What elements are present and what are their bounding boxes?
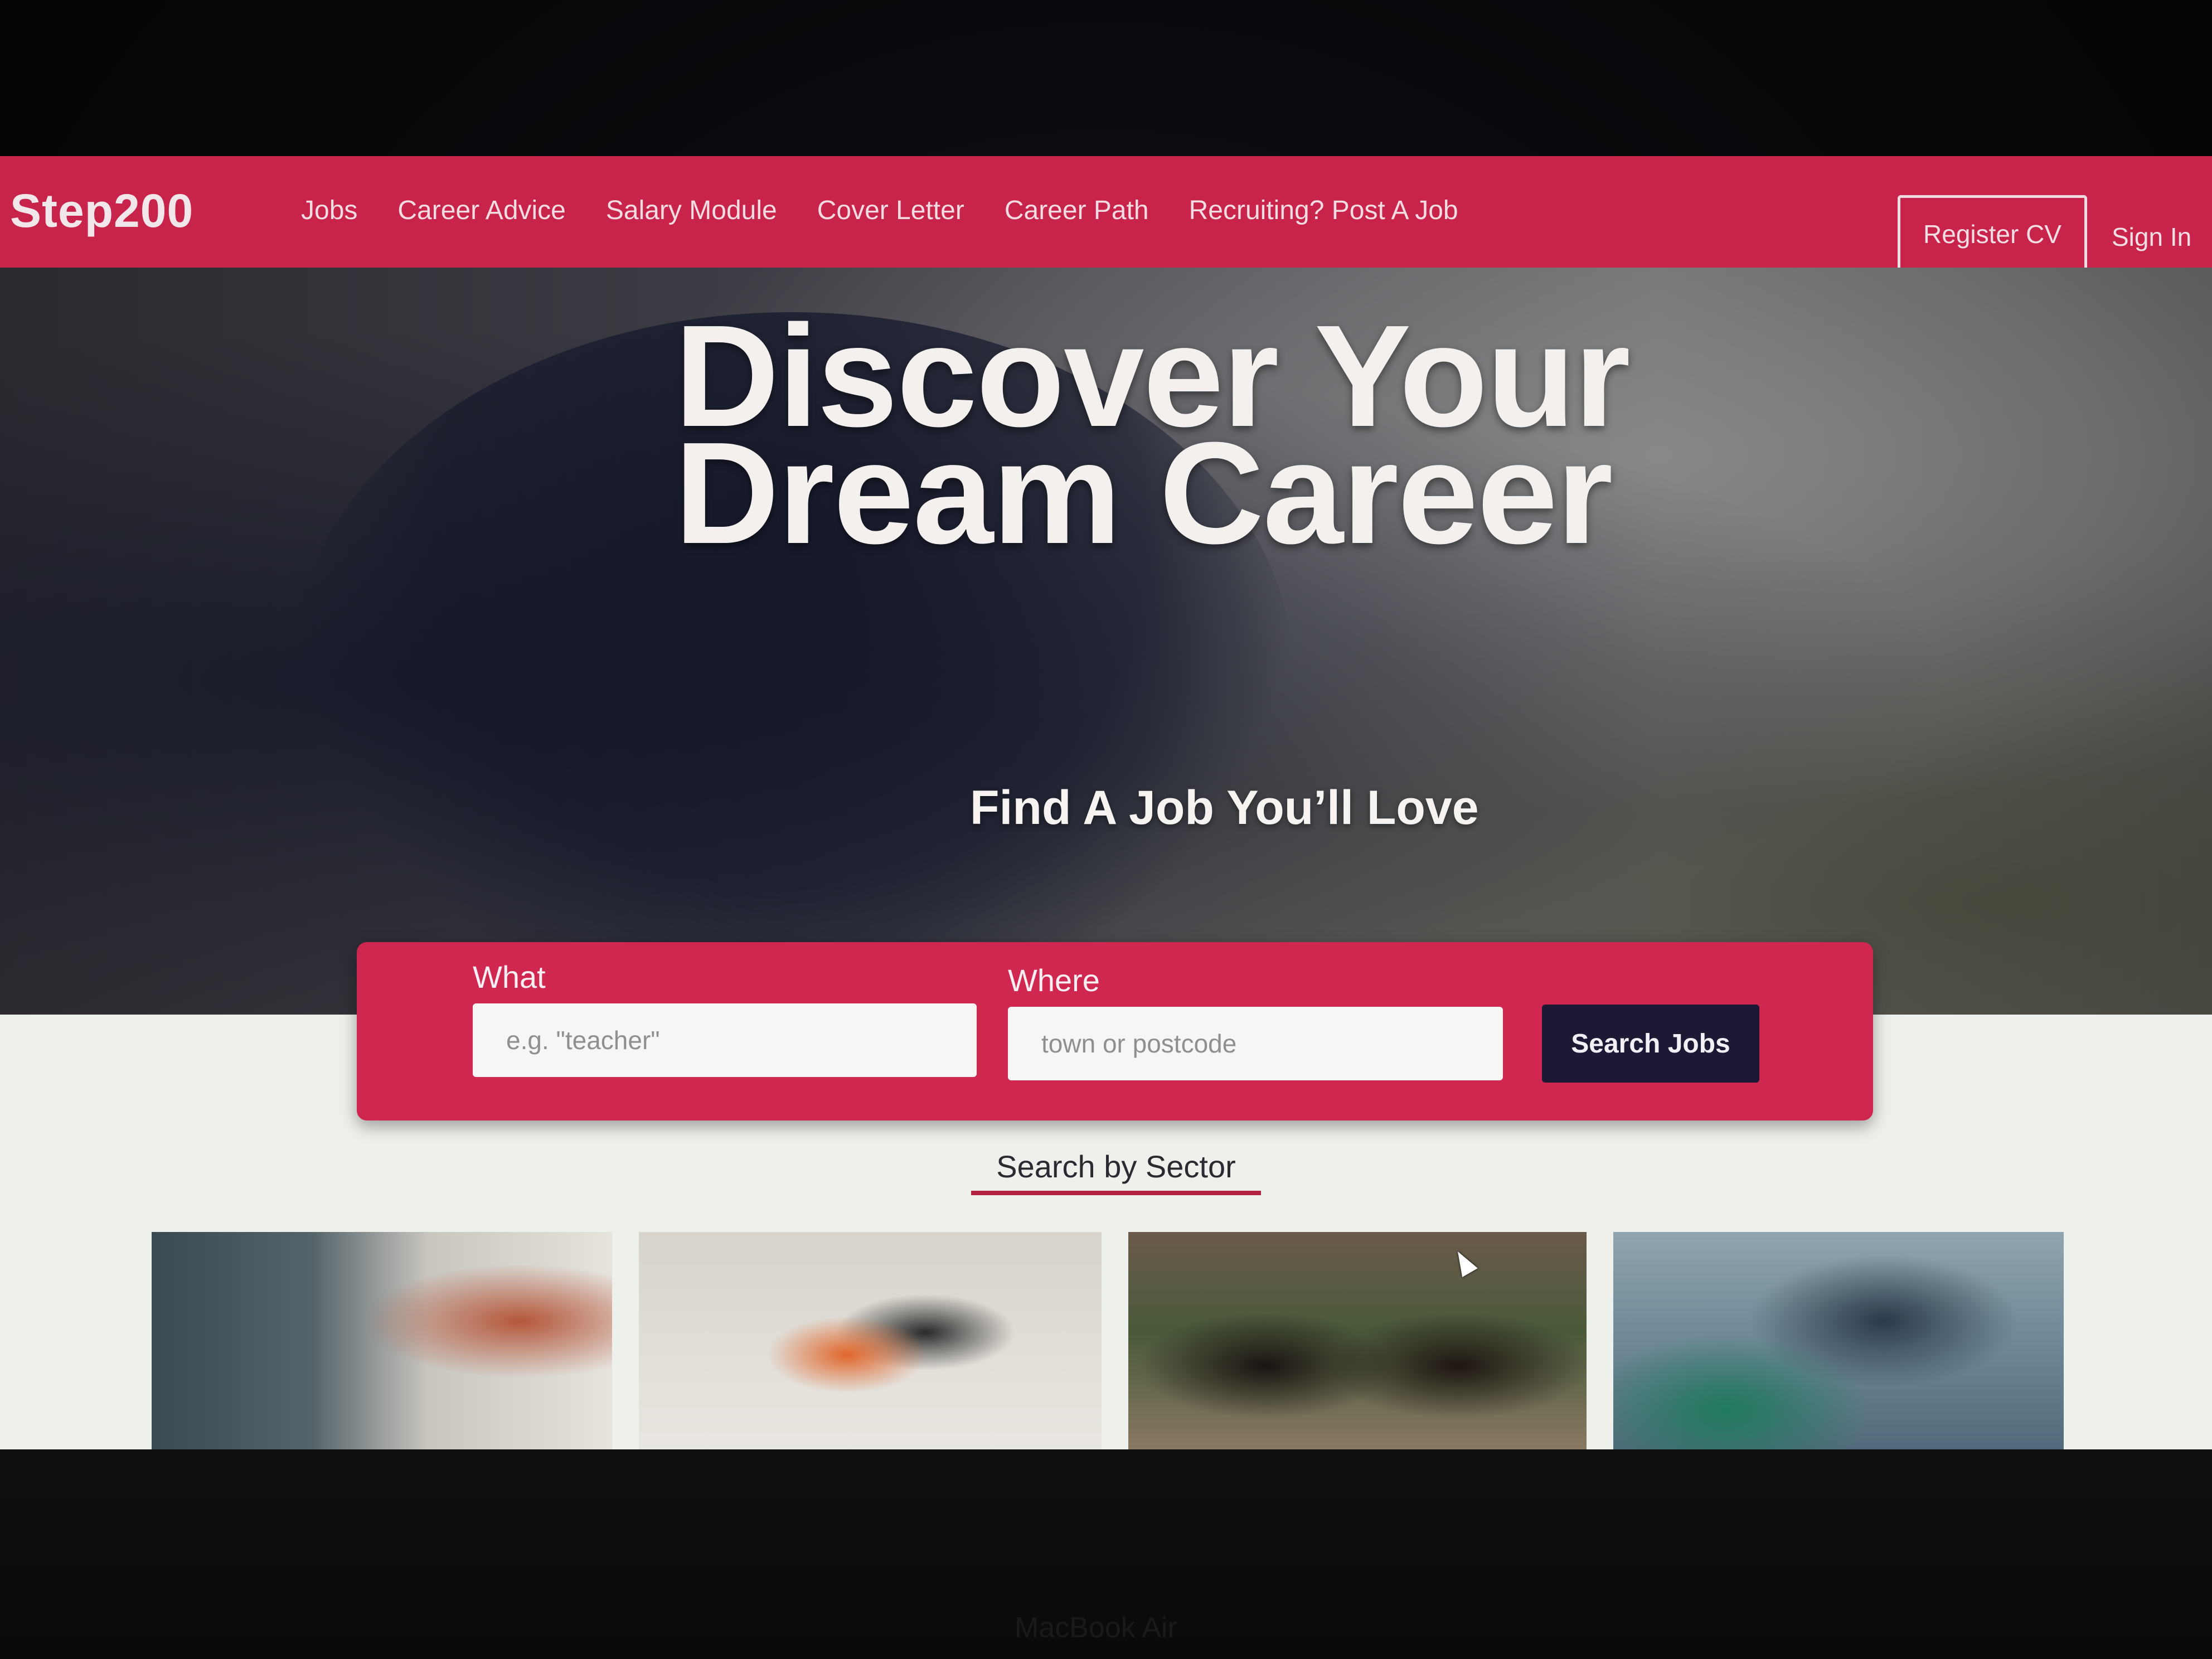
sector-heading: Search by Sector (996, 1149, 1236, 1184)
top-navbar: Step200 Jobs Career Advice Salary Module… (0, 156, 2212, 279)
nav-link-salary-module[interactable]: Salary Module (606, 195, 777, 226)
sector-cards (152, 1232, 2064, 1449)
where-input[interactable] (1008, 1007, 1503, 1080)
register-cv-button[interactable]: Register CV (1898, 195, 2087, 273)
hero-title-line-2: Dream Career (675, 413, 1613, 574)
nav-link-cover-letter[interactable]: Cover Letter (817, 195, 964, 226)
nav-link-career-path[interactable]: Career Path (1005, 195, 1149, 226)
sector-heading-underline (971, 1191, 1261, 1195)
what-label: What (473, 959, 546, 995)
hero-title: Discover Your Dream Career (675, 304, 1631, 574)
laptop-brand-text: MacBook Air (1015, 1612, 1177, 1644)
sector-card-education[interactable] (1128, 1232, 1587, 1449)
hero-subtitle: Find A Job You’ll Love (970, 781, 1479, 835)
browser-viewport: Step200 Jobs Career Advice Salary Module… (0, 156, 2212, 1449)
nav-link-career-advice[interactable]: Career Advice (397, 195, 565, 226)
site-logo[interactable]: Step200 (10, 184, 193, 238)
nav-link-jobs[interactable]: Jobs (301, 195, 357, 226)
what-input[interactable] (473, 1003, 977, 1077)
nav-links: Jobs Career Advice Salary Module Cover L… (301, 195, 1498, 226)
hero-banner: Discover Your Dream Career Find A Job Yo… (0, 268, 2212, 1037)
sector-card-it[interactable] (152, 1232, 612, 1449)
sector-card-construction[interactable] (639, 1232, 1102, 1449)
search-jobs-button[interactable]: Search Jobs (1542, 1005, 1759, 1083)
job-search-panel: What Where Search Jobs (357, 942, 1873, 1120)
nav-link-post-a-job[interactable]: Recruiting? Post A Job (1189, 195, 1458, 226)
sign-in-link[interactable]: Sign In (2112, 222, 2191, 252)
where-label: Where (1008, 963, 1100, 998)
sector-card-healthcare[interactable] (1613, 1232, 2064, 1449)
